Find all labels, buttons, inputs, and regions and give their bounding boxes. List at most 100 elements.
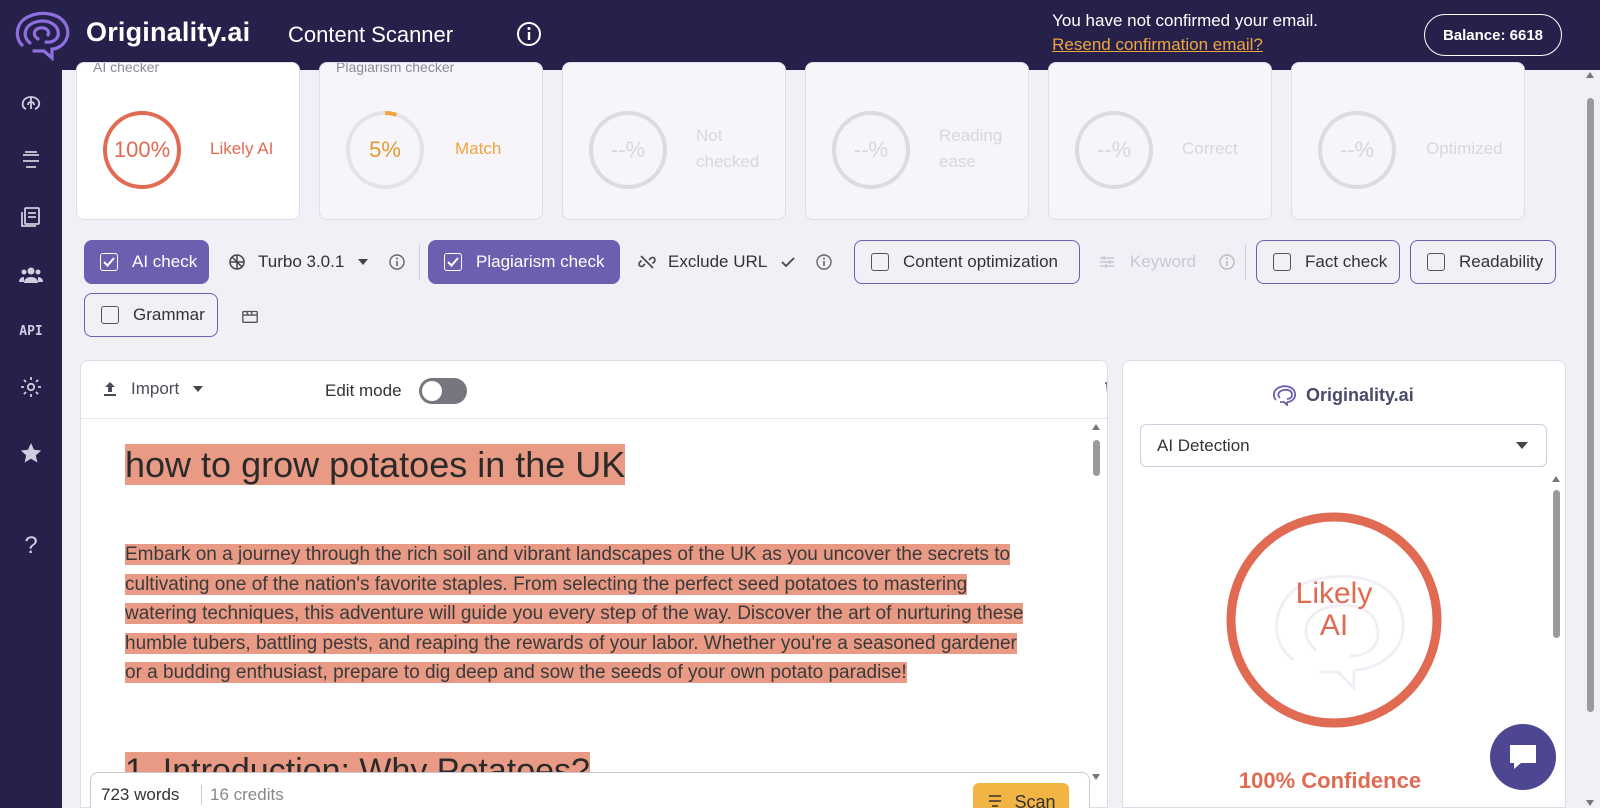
sliders-icon (1098, 253, 1116, 271)
scan-label: Scan (1014, 792, 1056, 808)
plagiarism-checker-card[interactable]: Plagiarism checker 5% Match (319, 62, 543, 220)
ai-check-label: AI check (132, 252, 198, 271)
scan-button[interactable]: Scan (973, 783, 1069, 808)
info-icon[interactable] (388, 253, 406, 271)
model-select[interactable]: Turbo 3.0.1 (228, 240, 408, 284)
email-notice-text: You have not confirmed your email. (1052, 11, 1318, 30)
score-value: --% (853, 137, 889, 162)
api-link[interactable]: API (18, 318, 44, 344)
card-caption: AI checker (93, 62, 160, 75)
email-notice: You have not confirmed your email. Resen… (1052, 9, 1318, 57)
content-optimization-label: Content optimization (903, 252, 1058, 271)
readability-toggle[interactable]: Readability (1410, 240, 1556, 284)
page-scrollbar[interactable] (1583, 70, 1597, 808)
chat-launcher-button[interactable] (1490, 724, 1556, 790)
checkbox-icon (101, 306, 119, 324)
model-label: Turbo 3.0.1 (258, 252, 345, 271)
articles-icon[interactable] (18, 204, 44, 230)
team-icon[interactable] (18, 262, 44, 288)
import-label: Import (131, 379, 180, 398)
fact-check-toggle[interactable]: Fact check (1256, 240, 1400, 284)
plagiarism-check-label: Plagiarism check (476, 252, 605, 271)
editor-scrollbar[interactable] (1090, 424, 1102, 780)
grammar-toggle[interactable]: Grammar (84, 293, 218, 337)
upload-icon (101, 380, 119, 398)
trash-icon[interactable] (1101, 377, 1108, 401)
document-paragraph[interactable]: Embark on a journey through the rich soi… (125, 540, 1075, 688)
chevron-down-icon (1516, 442, 1528, 449)
info-icon[interactable] (1218, 253, 1236, 271)
checkbox-icon (1427, 253, 1445, 271)
balance-badge[interactable]: Balance: 6618 (1424, 14, 1562, 56)
info-icon[interactable] (815, 253, 833, 271)
ai-checker-card[interactable]: AI checker 100% Likely AI (76, 62, 300, 220)
top-bar: Originality.ai Content Scanner You have … (0, 0, 1600, 70)
checkbox-icon (1273, 253, 1291, 271)
brain-icon (228, 253, 246, 271)
highlighted-text: how to grow potatoes in the UK (125, 444, 626, 485)
chevron-down-icon (358, 259, 369, 265)
resend-confirmation-link[interactable]: Resend confirmation email? (1052, 33, 1318, 57)
grammar-card[interactable]: --% Correct (1048, 62, 1272, 220)
highlighted-line: humble tubers, battling pests, and reapi… (125, 632, 1017, 654)
editor-toolbar: Import Edit mode (81, 361, 1107, 419)
score-value: --% (1339, 137, 1375, 162)
edit-mode-label: Edit mode (325, 381, 402, 400)
divider (419, 244, 420, 280)
score-label-line: Not (696, 126, 723, 145)
verdict-label: Likely AI (1224, 578, 1444, 642)
highlighted-line: Embark on a journey through the rich soi… (125, 544, 1011, 565)
ai-check-toggle[interactable]: AI check (84, 240, 209, 284)
help-icon[interactable]: ? (18, 532, 44, 559)
info-icon[interactable] (516, 21, 542, 47)
scan-icon (986, 792, 1004, 808)
video-tutorial-icon[interactable] (240, 306, 260, 326)
plagiarism-check-toggle[interactable]: Plagiarism check (428, 240, 620, 284)
check-icon (779, 253, 797, 271)
brain-logo-icon (1273, 385, 1297, 406)
content-optimization-toggle[interactable]: Content optimization (854, 240, 1080, 284)
readability-card[interactable]: --% Reading ease (805, 62, 1029, 220)
checkbox-checked-icon (100, 253, 118, 271)
document-title[interactable]: how to grow potatoes in the UK (125, 444, 626, 486)
sidebar: API ? (0, 70, 62, 808)
settings-icon[interactable] (18, 374, 44, 400)
result-brand-name: Originality.ai (1306, 384, 1414, 405)
ai-score-label: Likely AI (210, 139, 274, 158)
score-label: Reading ease (939, 123, 1002, 175)
highlighted-line: cultivating one of the nation's favorite… (125, 573, 968, 595)
credit-count: 16 credits (201, 785, 284, 805)
score-value: --% (610, 137, 646, 162)
page-title: Content Scanner (288, 22, 454, 47)
card-caption: Plagiarism checker (336, 62, 455, 75)
result-brand: Originality.ai (1272, 384, 1414, 406)
score-label: Correct (1182, 139, 1238, 158)
brain-logo-icon[interactable] (12, 9, 72, 61)
app-name: Originality.ai (86, 17, 251, 47)
editor-footer: 723 words 16 credits Scan (90, 772, 1090, 808)
star-icon[interactable] (18, 440, 44, 466)
score-label-line: checked (696, 152, 760, 171)
verdict-line: Likely (1295, 577, 1373, 610)
detection-mode-select[interactable]: AI Detection (1140, 424, 1547, 467)
keyword-label: Keyword (1130, 252, 1197, 271)
exclude-url-label: Exclude URL (668, 252, 768, 271)
grammar-label: Grammar (133, 305, 205, 324)
ai-brain-icon[interactable] (18, 90, 44, 116)
edit-mode-toggle[interactable] (419, 378, 467, 404)
fact-check-card[interactable]: --% Not checked (562, 62, 786, 220)
optimization-card[interactable]: --% Optimized (1291, 62, 1525, 220)
score-label-line: ease (939, 152, 976, 171)
score-label: Optimized (1426, 139, 1503, 158)
divider (1245, 244, 1246, 280)
chevron-down-icon (193, 386, 204, 392)
plagiarism-score-label: Match (455, 139, 502, 158)
import-button[interactable]: Import (101, 379, 204, 399)
keyword-option[interactable]: Keyword (1098, 240, 1240, 284)
plagiarism-score-value: 5% (369, 137, 401, 162)
checkbox-icon (871, 253, 889, 271)
highlighted-line: or a budding enthusiast, prepare to dig … (125, 662, 907, 683)
scanner-icon[interactable] (18, 148, 44, 174)
exclude-url-option[interactable]: Exclude URL (638, 240, 838, 284)
chat-bubble-icon (1510, 745, 1536, 769)
